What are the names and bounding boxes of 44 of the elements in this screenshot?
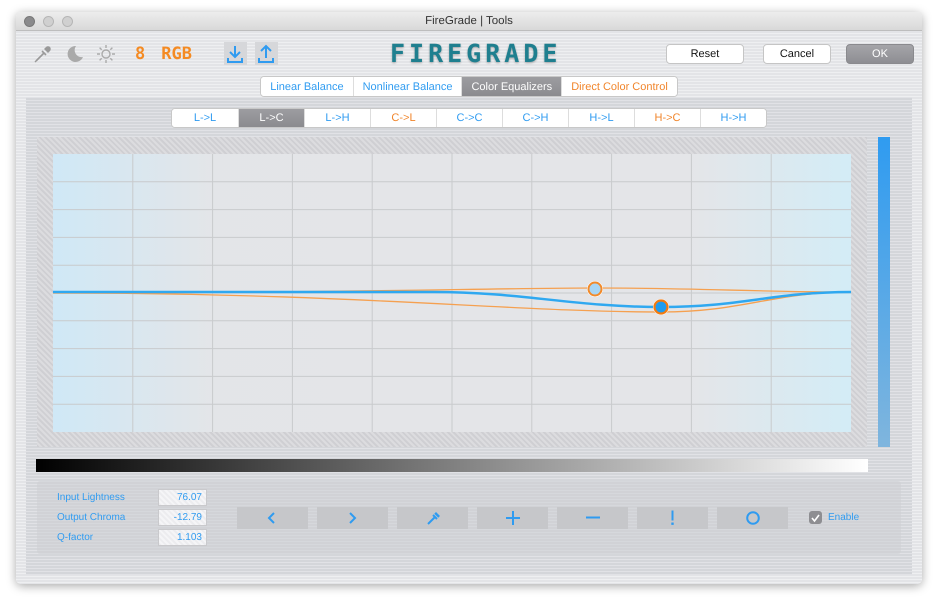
sub-tab[interactable]: L->C <box>238 109 304 127</box>
parameter-label: Output Chroma <box>57 512 126 523</box>
export-button[interactable] <box>254 42 278 65</box>
next-button[interactable] <box>317 506 388 528</box>
control-point[interactable] <box>653 299 669 315</box>
app-logo: FIREGRADE <box>390 39 562 68</box>
value-field[interactable]: -12.79 <box>158 509 207 526</box>
minimize-window-button[interactable] <box>43 16 54 26</box>
eyedropper-button[interactable] <box>397 506 468 528</box>
exclamation-icon <box>671 510 674 525</box>
circle-icon <box>744 510 760 526</box>
remove-point-button[interactable] <box>557 506 628 528</box>
plus-icon <box>504 510 520 526</box>
tab[interactable]: Direct Color Control <box>561 77 677 96</box>
eyedropper-icon <box>34 44 52 62</box>
dialog-button[interactable]: Cancel <box>762 44 831 64</box>
parameter-label: Q-factor <box>57 532 94 543</box>
parameter-label: Input Lightness <box>57 492 126 503</box>
sub-tab[interactable]: H->H <box>700 109 766 127</box>
value-field[interactable]: 76.07 <box>158 489 207 506</box>
control-point[interactable] <box>587 281 603 297</box>
minus-icon <box>586 516 600 519</box>
ok-button[interactable]: OK <box>846 44 914 64</box>
color-space-label: RGB <box>161 44 192 64</box>
alert-button[interactable] <box>637 506 708 528</box>
download-icon <box>225 44 246 64</box>
upload-icon <box>256 44 276 64</box>
eyedropper-icon <box>424 510 440 526</box>
enable-checkbox[interactable] <box>809 511 822 524</box>
sun-icon <box>97 44 115 62</box>
moon-icon <box>65 44 84 63</box>
enable-label: Enable <box>828 512 860 523</box>
checkmark-icon <box>810 512 821 522</box>
value-field[interactable]: 1.103 <box>158 529 207 546</box>
reset-circle-button[interactable] <box>717 506 788 528</box>
zoom-window-button[interactable] <box>62 16 73 26</box>
dialog-button[interactable]: Reset <box>666 44 744 64</box>
tab[interactable]: Color Equalizers <box>461 77 562 96</box>
import-button[interactable] <box>224 42 247 65</box>
previous-button[interactable] <box>237 506 308 528</box>
window-title: FireGrade | Tools <box>425 15 513 27</box>
close-window-button[interactable] <box>24 16 35 26</box>
bit-depth-label: 8 <box>135 44 146 64</box>
add-point-button[interactable] <box>477 506 548 528</box>
